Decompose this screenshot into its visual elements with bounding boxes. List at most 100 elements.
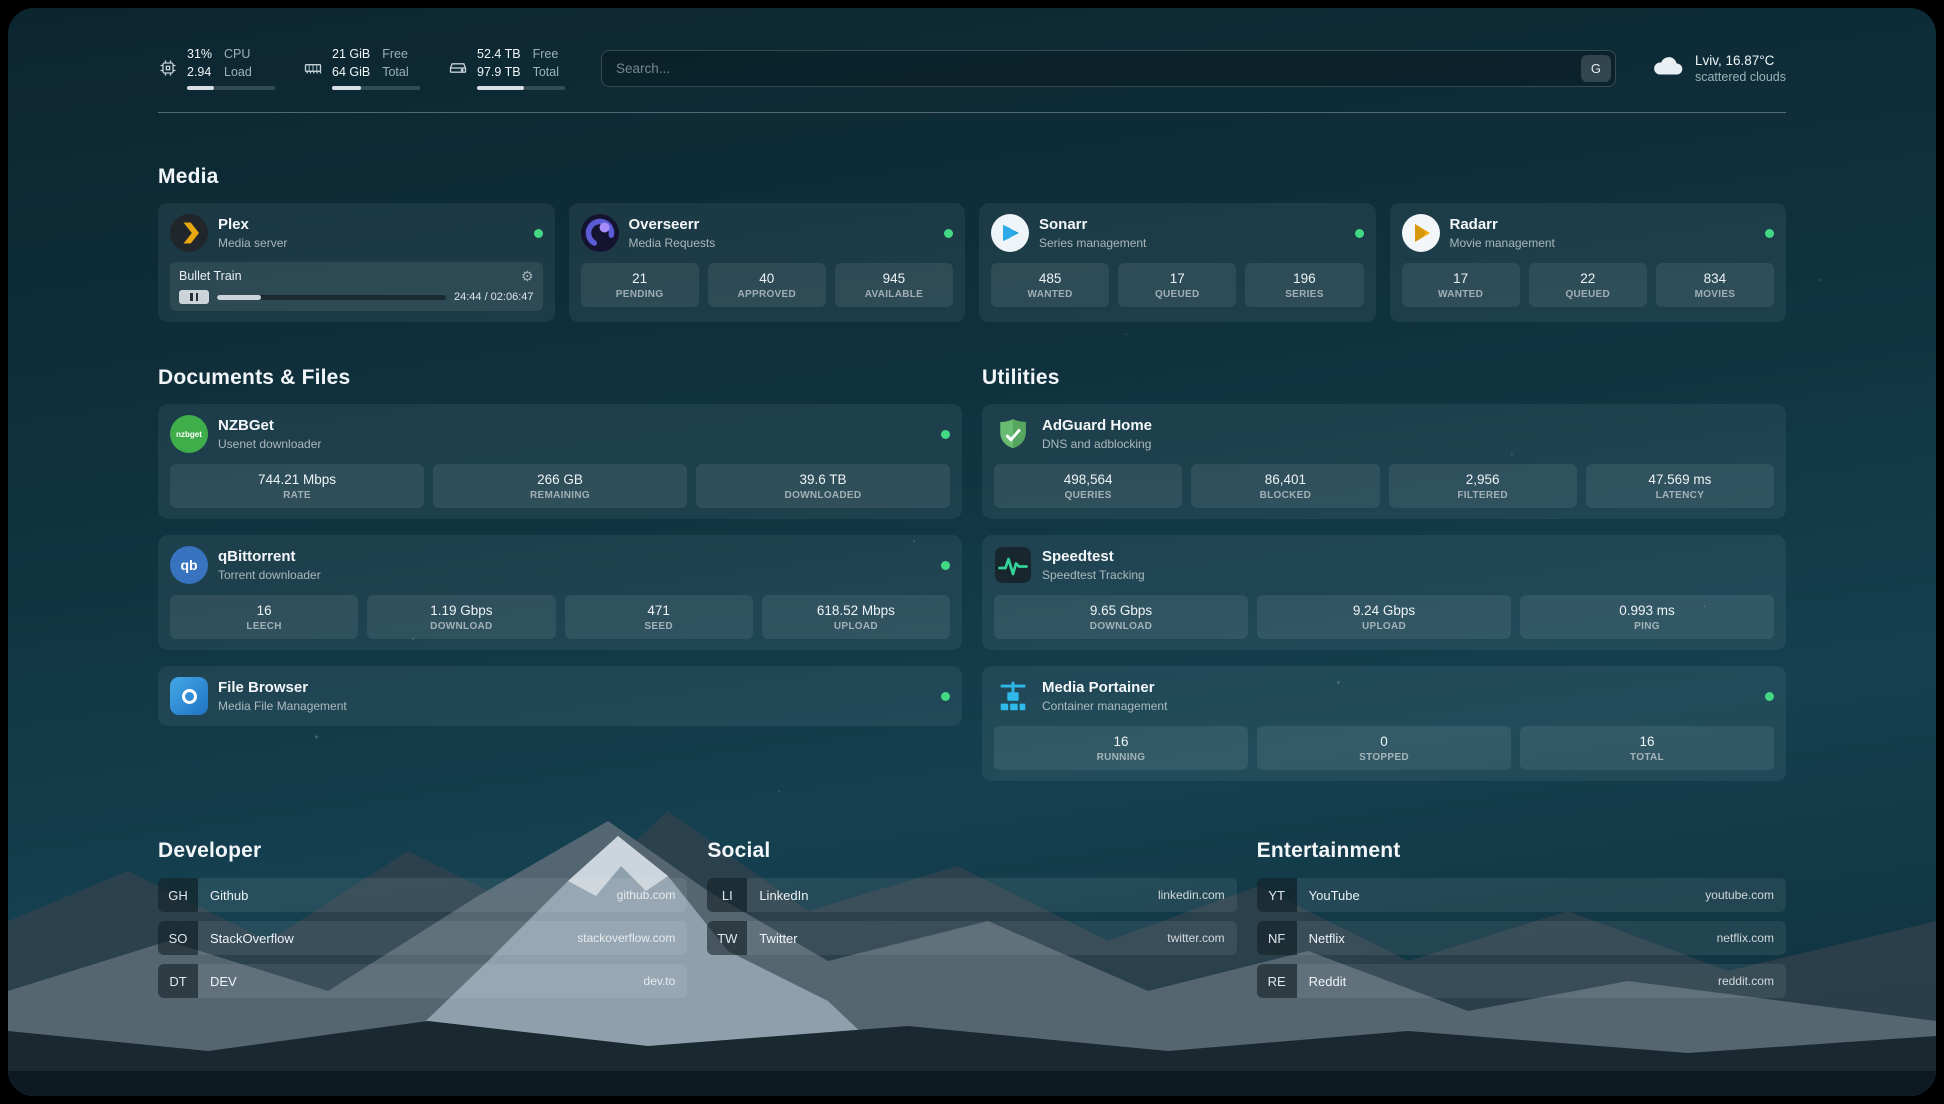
- app-window: 31% 2.94 CPU Load: [8, 8, 1936, 1096]
- pause-icon[interactable]: [179, 290, 209, 304]
- qbittorrent-icon: qb: [170, 546, 208, 584]
- playback-time: 24:44 / 02:06:47: [454, 291, 534, 303]
- bookmark-url: stackoverflow.com: [577, 931, 675, 945]
- plex-icon: [170, 214, 208, 252]
- bookmark-stackoverflow[interactable]: SO StackOverflow stackoverflow.com: [158, 921, 687, 955]
- cpu-widget: 31% 2.94 CPU Load: [158, 46, 275, 90]
- stat-series: 196 SERIES: [1245, 263, 1363, 307]
- settings-icon[interactable]: ⚙: [521, 269, 534, 283]
- service-card-plex[interactable]: Plex Media server Bullet Train ⚙: [158, 203, 555, 322]
- service-name: qBittorrent: [218, 548, 321, 565]
- section-title-documents: Documents & Files: [158, 366, 962, 390]
- memory-total: 64 GiB: [332, 64, 370, 82]
- memory-label-bottom: Total: [382, 64, 408, 82]
- service-subtitle: Torrent downloader: [218, 568, 321, 582]
- bookmark-group-title: Entertainment: [1257, 839, 1786, 863]
- stat-downloaded: 39.6 TB DOWNLOADED: [696, 464, 950, 508]
- bookmark-reddit[interactable]: RE Reddit reddit.com: [1257, 964, 1786, 998]
- bookmark-name: DEV: [210, 974, 237, 989]
- service-name: AdGuard Home: [1042, 417, 1152, 434]
- bookmark-name: Reddit: [1309, 974, 1347, 989]
- search-bar: G: [601, 50, 1616, 87]
- status-dot: [941, 692, 950, 701]
- stat-upload: 618.52 Mbps UPLOAD: [762, 595, 950, 639]
- bookmark-url: reddit.com: [1718, 974, 1774, 988]
- service-subtitle: Movie management: [1450, 236, 1555, 250]
- section-title-media: Media: [158, 165, 1786, 189]
- playback-progress-bar[interactable]: [217, 295, 446, 300]
- cpu-load: 2.94: [187, 64, 212, 82]
- service-name: Speedtest: [1042, 548, 1145, 565]
- service-subtitle: Media server: [218, 236, 287, 250]
- disk-widget: 52.4 TB 97.9 TB Free Total: [448, 46, 565, 90]
- bookmark-abbr: TW: [707, 921, 747, 955]
- service-card-speedtest[interactable]: Speedtest Speedtest Tracking 9.65 Gbps D…: [982, 535, 1786, 650]
- service-card-qbittorrent[interactable]: qb qBittorrent Torrent downloader 16: [158, 535, 962, 650]
- portainer-icon: [994, 677, 1032, 715]
- bookmark-url: netflix.com: [1717, 931, 1774, 945]
- status-dot: [941, 430, 950, 439]
- service-card-portainer[interactable]: Media Portainer Container management 16 …: [982, 666, 1786, 781]
- status-dot: [534, 229, 543, 238]
- bookmark-netflix[interactable]: NF Netflix netflix.com: [1257, 921, 1786, 955]
- service-card-overseerr[interactable]: Overseerr Media Requests 21 PENDING 40 A…: [569, 203, 966, 322]
- service-name: NZBGet: [218, 417, 321, 434]
- stat-latency: 47.569 ms LATENCY: [1586, 464, 1774, 508]
- weather-condition: scattered clouds: [1695, 70, 1786, 84]
- search-input[interactable]: [601, 50, 1616, 87]
- memory-widget: 21 GiB 64 GiB Free Total: [303, 46, 420, 90]
- bookmark-youtube[interactable]: YT YouTube youtube.com: [1257, 878, 1786, 912]
- stat-wanted: 17 WANTED: [1402, 263, 1520, 307]
- documents-column: Documents & Files nzbget NZBGet Usenet d…: [158, 322, 962, 726]
- stat-upload: 9.24 Gbps UPLOAD: [1257, 595, 1511, 639]
- cpu-label-bottom: Load: [224, 64, 252, 82]
- service-subtitle: Series management: [1039, 236, 1146, 250]
- bookmark-abbr: GH: [158, 878, 198, 912]
- service-card-filebrowser[interactable]: File Browser Media File Management: [158, 666, 962, 726]
- stat-remaining: 266 GB REMAINING: [433, 464, 687, 508]
- service-subtitle: DNS and adblocking: [1042, 437, 1152, 451]
- service-name: Media Portainer: [1042, 679, 1167, 696]
- stat-blocked: 86,401 BLOCKED: [1191, 464, 1379, 508]
- bookmark-url: dev.to: [644, 974, 676, 988]
- bookmark-abbr: NF: [1257, 921, 1297, 955]
- stat-leech: 16 LEECH: [170, 595, 358, 639]
- bookmark-group-title: Social: [707, 839, 1236, 863]
- search-provider-button[interactable]: G: [1581, 55, 1611, 82]
- sonarr-icon: [991, 214, 1029, 252]
- stat-rate: 744.21 Mbps RATE: [170, 464, 424, 508]
- bookmark-name: StackOverflow: [210, 931, 294, 946]
- status-dot: [1765, 692, 1774, 701]
- stat-approved: 40 APPROVED: [708, 263, 826, 307]
- service-card-sonarr[interactable]: Sonarr Series management 485 WANTED 17 Q…: [979, 203, 1376, 322]
- service-card-radarr[interactable]: Radarr Movie management 17 WANTED 22 QUE…: [1390, 203, 1787, 322]
- stat-stopped: 0 STOPPED: [1257, 726, 1511, 770]
- bookmark-abbr: SO: [158, 921, 198, 955]
- stat-running: 16 RUNNING: [994, 726, 1248, 770]
- service-subtitle: Media File Management: [218, 699, 347, 713]
- bookmark-github[interactable]: GH Github github.com: [158, 878, 687, 912]
- radarr-icon: [1402, 214, 1440, 252]
- status-dot: [944, 229, 953, 238]
- bookmark-dev[interactable]: DT DEV dev.to: [158, 964, 687, 998]
- bookmark-linkedin[interactable]: LI LinkedIn linkedin.com: [707, 878, 1236, 912]
- service-name: Plex: [218, 216, 287, 233]
- memory-label-top: Free: [382, 46, 408, 64]
- stat-available: 945 AVAILABLE: [835, 263, 953, 307]
- topbar: 31% 2.94 CPU Load: [158, 46, 1786, 90]
- service-card-nzbget[interactable]: nzbget NZBGet Usenet downloader 744.21 M…: [158, 404, 962, 519]
- service-subtitle: Media Requests: [629, 236, 716, 250]
- stat-queued: 17 QUEUED: [1118, 263, 1236, 307]
- bookmark-abbr: LI: [707, 878, 747, 912]
- cpu-progress-bar: [187, 86, 275, 90]
- bookmark-twitter[interactable]: TW Twitter twitter.com: [707, 921, 1236, 955]
- service-card-adguard[interactable]: AdGuard Home DNS and adblocking 498,564 …: [982, 404, 1786, 519]
- bookmark-group-title: Developer: [158, 839, 687, 863]
- bookmark-url: github.com: [617, 888, 676, 902]
- bookmark-url: youtube.com: [1705, 888, 1774, 902]
- disk-free: 52.4 TB: [477, 46, 521, 64]
- utilities-column: Utilities AdGuard Home DNS and adblockin…: [982, 322, 1786, 781]
- stat-ping: 0.993 ms PING: [1520, 595, 1774, 639]
- bookmark-group-entertainment: Entertainment YT YouTube youtube.com NF …: [1257, 825, 1786, 1007]
- service-name: Radarr: [1450, 216, 1555, 233]
